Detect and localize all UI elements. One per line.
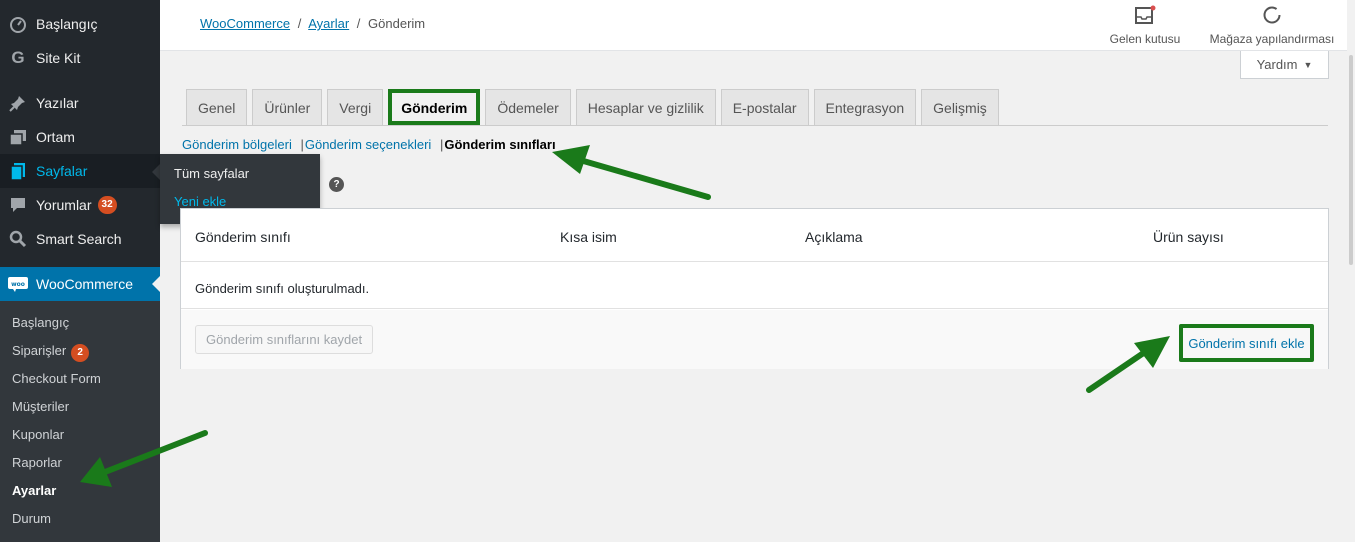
flyout-pointer <box>152 164 160 180</box>
inbox-label: Gelen kutusu <box>1109 32 1181 46</box>
breadcrumb-current: Gönderim <box>368 16 426 31</box>
shipping-classes-table: Gönderim sınıfı Kısa isim Açıklama Ürün … <box>180 208 1329 369</box>
submenu-item-coupons[interactable]: Kuponlar <box>12 427 64 442</box>
inbox-icon <box>1135 5 1156 24</box>
sidebar-item-label: Yazılar <box>36 95 79 111</box>
comment-icon <box>0 196 36 214</box>
breadcrumb: WooCommerce / Ayarlar / Gönderim <box>200 16 426 31</box>
tabs-divider <box>182 125 1328 126</box>
google-g-icon: G <box>11 48 25 67</box>
empty-message: Gönderim sınıfı oluşturulmadı. <box>195 281 370 296</box>
shipping-classes-current: Gönderim sınıfları <box>444 137 556 152</box>
orders-count-badge: 2 <box>71 344 90 362</box>
submenu-item-settings[interactable]: Ayarlar <box>12 483 56 498</box>
store-setup-button[interactable]: Mağaza yapılandırması <box>1203 4 1341 46</box>
sidebar-item-label: Başlangıç <box>36 16 98 32</box>
table-footer: Gönderim sınıflarını kaydet Gönderim sın… <box>181 310 1328 369</box>
help-tip-icon[interactable]: ? <box>329 177 344 192</box>
sidebar-item-sitekit[interactable]: G Site Kit <box>0 41 160 75</box>
sidebar-item-dashboard[interactable]: Başlangıç <box>0 7 160 41</box>
breadcrumb-settings-link[interactable]: Ayarlar <box>308 16 349 31</box>
column-header-slug: Kısa isim <box>560 229 617 245</box>
save-shipping-classes-button[interactable]: Gönderim sınıflarını kaydet <box>195 325 374 354</box>
flyout-add-new[interactable]: Yeni ekle <box>174 194 226 209</box>
column-header-description: Açıklama <box>805 229 863 245</box>
woocommerce-header: WooCommerce / Ayarlar / Gönderim Gelen k… <box>160 0 1355 51</box>
sidebar-item-label: WooCommerce <box>36 276 133 292</box>
annotation-arrow-classes <box>552 145 711 200</box>
column-header-product-count: Ürün sayısı <box>1153 229 1224 245</box>
shipping-sections-nav: Gönderim bölgeleri |Gönderim seçenekleri… <box>182 137 556 152</box>
tab-emails[interactable]: E-postalar <box>720 89 809 125</box>
store-setup-label: Mağaza yapılandırması <box>1209 32 1335 46</box>
sidebar-item-smart-search[interactable]: Smart Search <box>0 222 160 256</box>
sidebar-item-woocommerce[interactable]: woo WooCommerce <box>0 267 160 301</box>
comments-count-badge: 32 <box>97 196 117 214</box>
shipping-options-link[interactable]: Gönderim seçenekleri <box>305 137 431 152</box>
tab-tax[interactable]: Vergi <box>327 89 384 125</box>
help-button[interactable]: Yardım ▼ <box>1240 51 1329 79</box>
tab-accounts-privacy[interactable]: Hesaplar ve gizlilik <box>575 89 716 125</box>
dashboard-icon <box>0 15 36 33</box>
sidebar-item-label: Ortam <box>36 129 75 145</box>
submenu-item-customers[interactable]: Müşteriler <box>12 399 69 414</box>
sidebar-item-label: Smart Search <box>36 231 122 247</box>
tab-shipping[interactable]: Gönderim <box>388 89 481 125</box>
scrollbar-thumb[interactable] <box>1349 55 1353 265</box>
inbox-button[interactable]: Gelen kutusu <box>1104 4 1186 46</box>
table-row: Gönderim sınıfı oluşturulmadı. <box>181 261 1328 309</box>
sidebar-item-label: Site Kit <box>36 50 81 66</box>
sidebar-item-comments[interactable]: Yorumlar 32 <box>0 188 160 222</box>
current-menu-pointer <box>152 276 160 292</box>
add-shipping-class-button[interactable]: Gönderim sınıfı ekle <box>1179 324 1314 362</box>
admin-sidebar: Başlangıç G Site Kit Yazılar Ortam Sayfa… <box>0 0 160 542</box>
pin-icon <box>0 94 36 112</box>
pages-icon <box>0 162 36 180</box>
submenu-item-reports[interactable]: Raporlar <box>12 455 62 470</box>
breadcrumb-woocommerce-link[interactable]: WooCommerce <box>200 16 290 31</box>
progress-ring-icon <box>1263 6 1281 24</box>
submenu-item-home[interactable]: Başlangıç <box>12 315 69 330</box>
sidebar-item-posts[interactable]: Yazılar <box>0 86 160 120</box>
tab-advanced[interactable]: Gelişmiş <box>921 89 999 125</box>
sidebar-item-label: Yorumlar <box>36 197 92 213</box>
sidebar-item-pages[interactable]: Sayfalar <box>0 154 160 188</box>
shipping-zones-link[interactable]: Gönderim bölgeleri <box>182 137 292 152</box>
submenu-item-checkout-form[interactable]: Checkout Form <box>12 371 101 386</box>
sidebar-item-media[interactable]: Ortam <box>0 120 160 154</box>
tab-products[interactable]: Ürünler <box>252 89 323 125</box>
tab-payments[interactable]: Ödemeler <box>485 89 571 125</box>
settings-tabs: Genel Ürünler Vergi Gönderim Ödemeler He… <box>186 89 999 125</box>
submenu-item-status[interactable]: Durum <box>12 511 51 526</box>
woocommerce-submenu: Başlangıç Siparişler 2 Checkout Form Müşt… <box>0 301 160 542</box>
submenu-item-orders[interactable]: Siparişler 2 <box>12 343 90 362</box>
tab-integration[interactable]: Entegrasyon <box>813 89 917 125</box>
media-icon <box>0 128 36 146</box>
flyout-all-pages[interactable]: Tüm sayfalar <box>174 166 249 181</box>
tab-general[interactable]: Genel <box>186 89 248 125</box>
column-header-class: Gönderim sınıfı <box>195 229 291 245</box>
svg-text:woo: woo <box>11 281 25 288</box>
sidebar-item-label: Sayfalar <box>36 163 88 179</box>
caret-down-icon: ▼ <box>1303 59 1313 70</box>
search-icon <box>0 230 36 248</box>
woo-icon: woo <box>0 276 36 292</box>
